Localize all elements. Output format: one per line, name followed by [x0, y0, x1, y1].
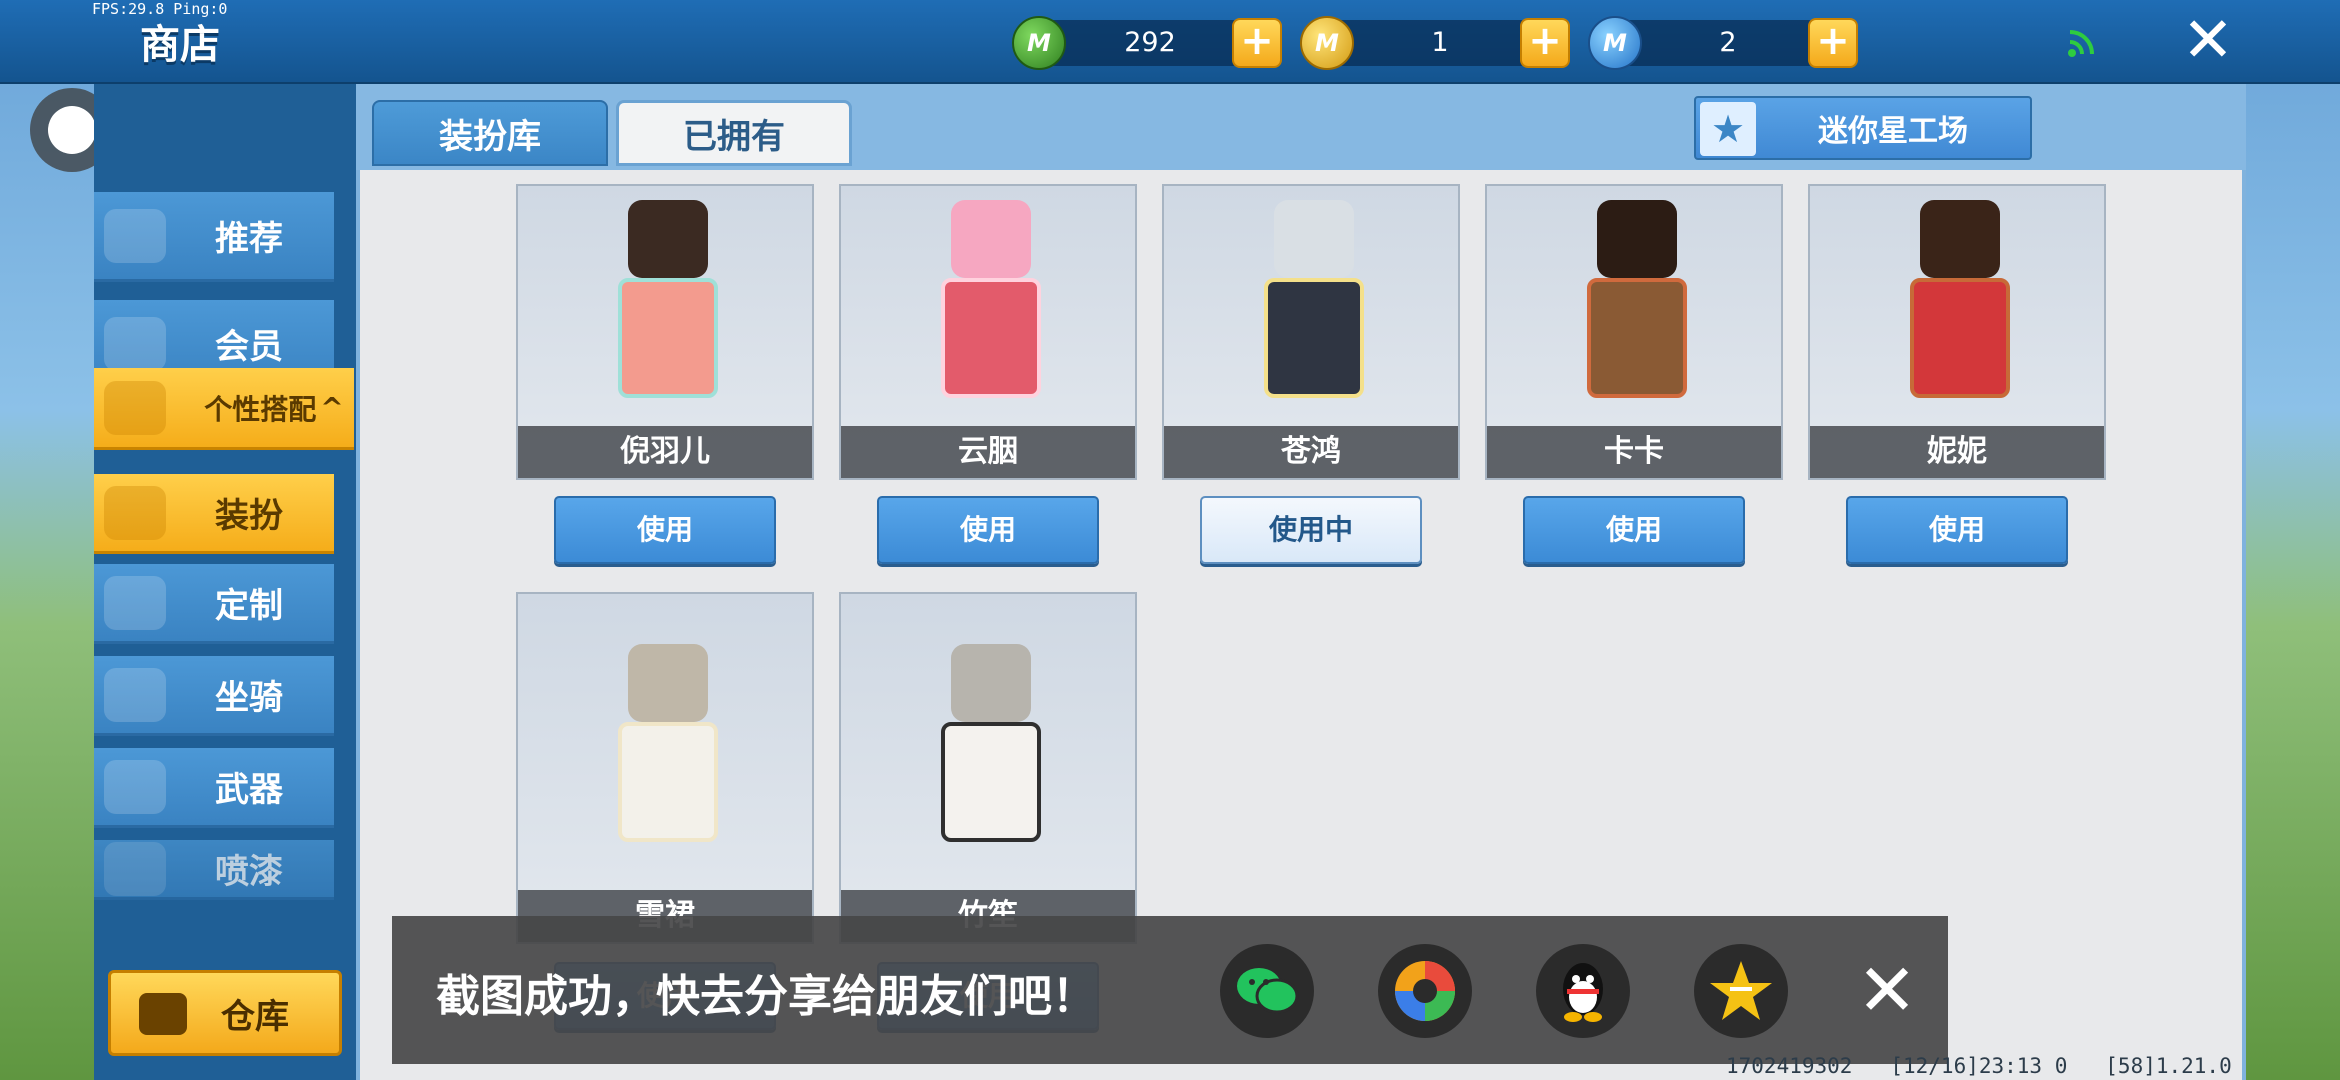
mount-icon: [104, 667, 166, 722]
blue-star-coin-icon: M: [1588, 16, 1642, 70]
thumbs-up-icon: [104, 208, 166, 263]
tab-wardrobe[interactable]: 装扮库: [372, 100, 608, 166]
character-body: [1264, 278, 1364, 398]
workshop-label: 迷你星工场: [1818, 114, 1968, 149]
wifi-signal-icon: [2068, 30, 2094, 57]
sidebar-item-label: 定制: [215, 586, 283, 626]
skin-name: 妮妮: [1810, 426, 2104, 478]
sidebar: 推荐 会员 个性搭配 ^ 装扮 定制 坐骑 武器 喷漆: [94, 84, 356, 1080]
qzone-icon[interactable]: [1694, 944, 1788, 1038]
character-figure-icon: [588, 604, 748, 842]
character-figure-icon: [911, 196, 1071, 426]
trophy-icon: [104, 380, 166, 435]
sidebar-item-label: 喷漆: [215, 852, 283, 892]
add-minicoin-button[interactable]: +: [1232, 18, 1282, 68]
member-badge-icon: [104, 316, 166, 371]
page-title: 商店: [140, 22, 220, 68]
sidebar-subitem-weapon[interactable]: 武器: [94, 748, 334, 828]
character-head: [951, 644, 1031, 722]
sidebar-item-label: 个性搭配: [204, 392, 317, 426]
warehouse-button[interactable]: 仓库: [108, 970, 342, 1056]
gold-minibean-icon: M: [1300, 16, 1354, 70]
skin-card[interactable]: 苍鸿: [1162, 184, 1460, 480]
wechat-icon[interactable]: [1220, 944, 1314, 1038]
moments-icon[interactable]: [1378, 944, 1472, 1038]
pencil-icon: [104, 575, 166, 630]
gun-icon: [104, 759, 166, 814]
add-minibean-button[interactable]: +: [1520, 18, 1570, 68]
character-body: [618, 722, 718, 842]
skin-name: 卡卡: [1487, 426, 1781, 478]
character-figure-icon: [911, 604, 1071, 842]
green-minicoin-icon: M: [1012, 16, 1066, 70]
chest-icon: [139, 993, 187, 1035]
sidebar-item-label: 坐骑: [215, 678, 283, 718]
use-skin-button[interactable]: 使用: [554, 496, 776, 564]
skin-card[interactable]: 竹笙: [839, 592, 1137, 944]
character-body: [1587, 278, 1687, 398]
skin-name: 倪羽儿: [518, 426, 812, 478]
character-head: [628, 200, 708, 278]
sidebar-subitem-spray[interactable]: 喷漆: [94, 840, 334, 900]
currency-value-starcoin: 2: [1719, 27, 1737, 58]
currency-value-minicoin: 292: [1124, 27, 1176, 58]
character-head: [1274, 200, 1354, 278]
character-body: [941, 278, 1041, 398]
sidebar-item-label: 武器: [215, 770, 283, 810]
skin-card[interactable]: 云胭: [839, 184, 1137, 480]
currency-value-minibean: 1: [1431, 27, 1449, 58]
sidebar-item-recommend[interactable]: 推荐: [94, 192, 334, 282]
character-body: [1910, 278, 2010, 398]
character-body: [941, 722, 1041, 842]
sidebar-subitem-mount[interactable]: 坐骑: [94, 656, 334, 736]
use-skin-button[interactable]: 使用: [1846, 496, 2068, 564]
character-body: [618, 278, 718, 398]
skin-card[interactable]: 卡卡: [1485, 184, 1783, 480]
close-share-icon[interactable]: ✕: [1852, 954, 1922, 1028]
sidebar-item-label: 会员: [215, 327, 283, 367]
warehouse-label: 仓库: [221, 996, 289, 1037]
use-skin-button[interactable]: 使用: [1523, 496, 1745, 564]
shirt-icon: [104, 485, 166, 540]
chevron-up-icon: ^: [320, 391, 344, 424]
tab-owned[interactable]: 已拥有: [616, 100, 852, 166]
character-figure-icon: [1234, 196, 1394, 426]
character-figure-icon: [588, 196, 748, 426]
sidebar-item-label: 装扮: [215, 496, 283, 536]
mini-workshop-button[interactable]: ★ 迷你星工场: [1694, 96, 2032, 160]
sidebar-item-label: 推荐: [215, 219, 283, 259]
skin-name: 云胭: [841, 426, 1135, 478]
character-figure-icon: [1880, 196, 2040, 426]
use-skin-button[interactable]: 使用: [877, 496, 1099, 564]
character-head: [1920, 200, 2000, 278]
character-head: [628, 644, 708, 722]
spray-can-icon: [104, 841, 166, 896]
sidebar-subitem-outfit[interactable]: 装扮: [94, 474, 334, 554]
star-icon: ★: [1700, 102, 1756, 156]
skin-card[interactable]: 妮妮: [1808, 184, 2106, 480]
skin-name: 苍鸿: [1164, 426, 1458, 478]
share-message: 截图成功，快去分享给朋友们吧！: [436, 971, 1096, 1022]
build-info: 1702419302 [12/16]23:13 0 [58]1.21.0: [1726, 1054, 2232, 1078]
add-starcoin-button[interactable]: +: [1808, 18, 1858, 68]
sidebar-subitem-custom[interactable]: 定制: [94, 564, 334, 644]
character-figure-icon: [1557, 196, 1717, 426]
close-icon[interactable]: ✕: [2178, 9, 2238, 72]
sidebar-item-personal-style[interactable]: 个性搭配 ^: [94, 368, 354, 450]
character-head: [951, 200, 1031, 278]
character-head: [1597, 200, 1677, 278]
qq-icon[interactable]: [1536, 944, 1630, 1038]
in-use-skin-button[interactable]: 使用中: [1200, 496, 1422, 564]
skin-card[interactable]: 倪羽儿: [516, 184, 814, 480]
skin-card[interactable]: 雪裙: [516, 592, 814, 944]
